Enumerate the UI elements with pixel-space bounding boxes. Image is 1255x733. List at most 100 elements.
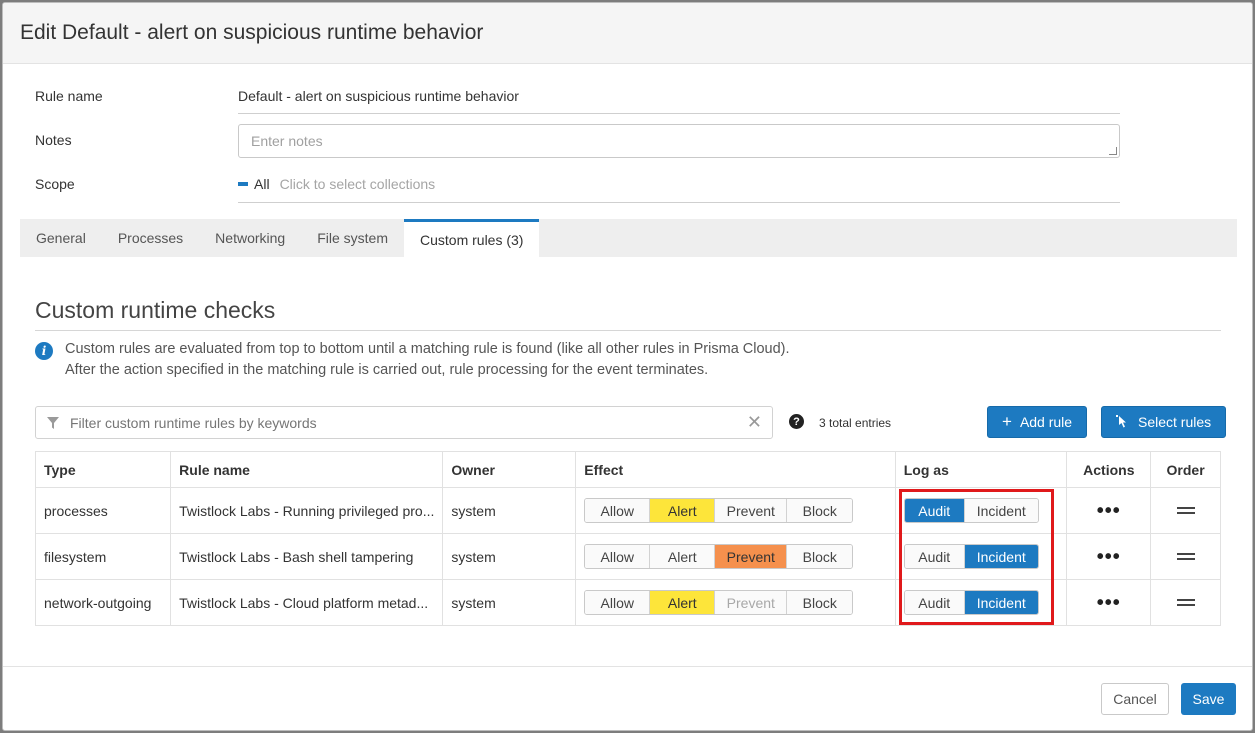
cell-actions: ••• (1066, 579, 1152, 626)
filter-box: ✕ (35, 406, 773, 439)
cell-type: network-outgoing (34, 579, 172, 626)
cell-log-as: Audit Incident (894, 533, 1068, 580)
drag-handle-icon[interactable] (1176, 553, 1195, 560)
header-effect: Effect (575, 451, 896, 488)
cancel-button[interactable]: Cancel (1101, 683, 1169, 715)
tab-networking[interactable]: Networking (199, 219, 301, 257)
tab-general[interactable]: General (20, 219, 102, 257)
table-row: filesystem Twistlock Labs - Bash shell t… (34, 533, 1221, 580)
log-audit[interactable]: Audit (904, 499, 965, 522)
log-incident[interactable]: Incident (964, 499, 1038, 522)
plus-icon: + (1002, 412, 1012, 431)
effect-prevent[interactable]: Prevent (715, 545, 788, 568)
scope-selector[interactable]: All Click to select collections (238, 176, 1120, 203)
effect-allow[interactable]: Allow (585, 499, 651, 522)
filter-input[interactable] (68, 413, 747, 432)
section-title: Custom runtime checks (35, 297, 1221, 331)
effect-block[interactable]: Block (787, 499, 853, 522)
save-button[interactable]: Save (1181, 683, 1236, 715)
cell-log-as: Audit Incident (894, 487, 1068, 534)
dialog-header: Edit Default - alert on suspicious runti… (3, 3, 1252, 64)
help-icon[interactable]: ? (789, 414, 804, 429)
notes-input[interactable]: Enter notes (238, 124, 1120, 158)
rule-name-field[interactable]: Default - alert on suspicious runtime be… (238, 88, 1120, 114)
cell-type: filesystem (34, 533, 172, 580)
filter-icon (47, 416, 59, 429)
cell-effect: Allow Alert Prevent Block (575, 579, 896, 626)
header-owner[interactable]: Owner (442, 451, 577, 488)
log-audit[interactable]: Audit (904, 591, 965, 614)
cell-order (1150, 579, 1221, 626)
log-incident[interactable]: Incident (964, 545, 1038, 568)
cell-order (1150, 487, 1221, 534)
log-as-toggle: Audit Incident (903, 590, 1039, 615)
clear-filter-icon[interactable]: ✕ (747, 412, 762, 433)
cell-owner: system (442, 579, 577, 626)
effect-allow[interactable]: Allow (585, 545, 651, 568)
log-audit[interactable]: Audit (904, 545, 965, 568)
info-line-2: After the action specified in the matchi… (65, 362, 709, 378)
log-incident[interactable]: Incident (964, 591, 1038, 614)
cell-actions: ••• (1066, 487, 1152, 534)
info-line-1: Custom rules are evaluated from top to b… (65, 341, 790, 357)
notes-placeholder: Enter notes (251, 133, 323, 149)
cursor-select-icon (1116, 415, 1126, 428)
effect-alert[interactable]: Alert (650, 545, 716, 568)
tab-custom-rules[interactable]: Custom rules (3) (404, 219, 540, 257)
header-type[interactable]: Type (34, 451, 172, 488)
effect-prevent[interactable]: Prevent (715, 499, 788, 522)
rule-name-label: Rule name (35, 88, 103, 104)
cell-effect: Allow Alert Prevent Block (575, 487, 896, 534)
rule-name-row: Rule name Default - alert on suspicious … (35, 88, 1120, 118)
more-actions-icon[interactable]: ••• (1075, 593, 1142, 613)
more-actions-icon[interactable]: ••• (1075, 501, 1142, 521)
cell-rule-name: Twistlock Labs - Running privileged pro.… (170, 487, 444, 534)
effect-alert[interactable]: Alert (650, 499, 716, 522)
drag-handle-icon[interactable] (1176, 599, 1195, 606)
dialog-title: Edit Default - alert on suspicious runti… (20, 21, 484, 44)
notes-row: Notes Enter notes (35, 124, 1120, 160)
effect-allow[interactable]: Allow (585, 591, 651, 614)
cell-actions: ••• (1066, 533, 1152, 580)
info-text: Custom rules are evaluated from top to b… (65, 339, 790, 381)
header-log-as: Log as (894, 451, 1068, 488)
effect-toggle: Allow Alert Prevent Block (584, 498, 854, 523)
tab-file-system[interactable]: File system (301, 219, 404, 257)
drag-handle-icon[interactable] (1176, 507, 1195, 514)
cell-rule-name: Twistlock Labs - Cloud platform metad... (170, 579, 444, 626)
scope-chip-all[interactable]: All (254, 176, 270, 192)
edit-rule-dialog: Edit Default - alert on suspicious runti… (2, 2, 1253, 731)
header-order: Order (1150, 451, 1221, 488)
more-actions-icon[interactable]: ••• (1075, 547, 1142, 567)
cell-type: processes (34, 487, 172, 534)
cell-owner: system (442, 533, 577, 580)
resize-grip-icon[interactable] (1109, 147, 1117, 155)
table-row: processes Twistlock Labs - Running privi… (34, 487, 1221, 534)
effect-block[interactable]: Block (787, 545, 853, 568)
select-rules-label: Select rules (1138, 414, 1212, 430)
scope-placeholder: Click to select collections (279, 176, 436, 192)
table-row: network-outgoing Twistlock Labs - Cloud … (34, 579, 1221, 626)
scope-chip-icon (238, 182, 248, 186)
notes-label: Notes (35, 132, 72, 148)
info-icon: i (35, 342, 53, 360)
scope-label: Scope (35, 176, 75, 192)
add-rule-label: Add rule (1019, 414, 1073, 430)
effect-block[interactable]: Block (787, 591, 853, 614)
entries-count: 3 total entries (819, 416, 892, 430)
cell-rule-name: Twistlock Labs - Bash shell tampering (170, 533, 444, 580)
info-box: i Custom rules are evaluated from top to… (35, 339, 790, 381)
effect-prevent: Prevent (715, 591, 788, 614)
cell-effect: Allow Alert Prevent Block (575, 533, 896, 580)
cell-log-as: Audit Incident (894, 579, 1068, 626)
effect-alert[interactable]: Alert (650, 591, 716, 614)
tab-processes[interactable]: Processes (102, 219, 199, 257)
effect-toggle: Allow Alert Prevent Block (584, 590, 854, 615)
select-rules-button[interactable]: Select rules (1101, 406, 1227, 438)
dialog-footer-divider (3, 666, 1252, 667)
table-header-row: Type Rule name Owner Effect Log as Actio… (34, 451, 1221, 488)
add-rule-button[interactable]: + Add rule (987, 406, 1088, 438)
header-rule-name[interactable]: Rule name (170, 451, 444, 488)
scope-row: Scope All Click to select collections (35, 176, 1120, 206)
effect-toggle: Allow Alert Prevent Block (584, 544, 854, 569)
